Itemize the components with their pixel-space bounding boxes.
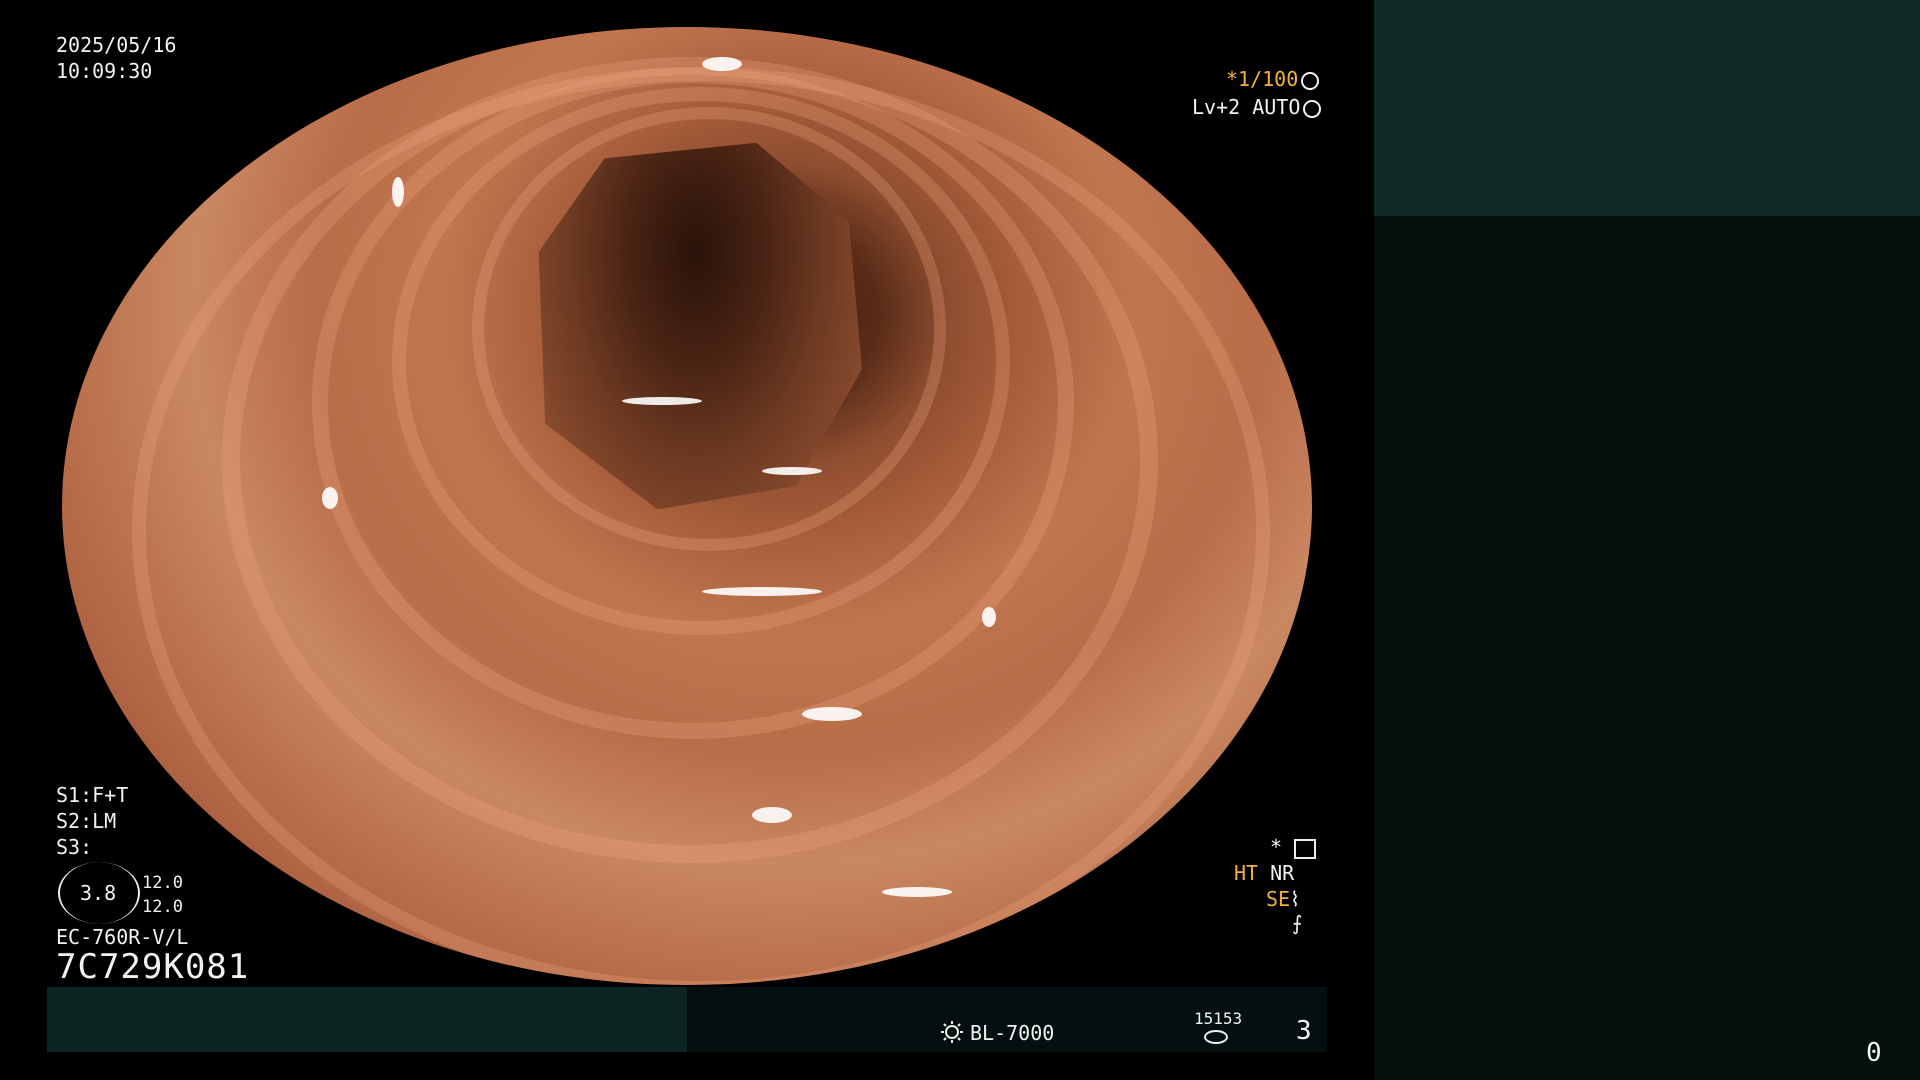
se-label: SE	[1266, 887, 1291, 911]
s1-label: S1:F+T	[56, 783, 129, 807]
shutter-mode-icon	[1301, 71, 1320, 90]
corner-number: 0	[1866, 1038, 1882, 1068]
enhancement-icon: ⌇	[1290, 887, 1300, 911]
auto-iris-icon	[1303, 99, 1322, 118]
ht-nr-indicator: HT NR	[1234, 860, 1294, 886]
level-value: Lv+2 AUTO	[1192, 95, 1301, 119]
light-reflection	[762, 467, 822, 475]
aperture-bottom-value: 12.0	[142, 897, 183, 917]
right-panel-top	[1374, 0, 1920, 216]
light-source-label: BL-7000	[970, 1021, 1055, 1045]
endoscopic-image	[62, 27, 1312, 985]
s3-label: S3:	[56, 835, 93, 859]
light-reflection	[622, 397, 702, 405]
counter-label: 15153	[1194, 1009, 1243, 1028]
aperture-value: 3.8	[80, 881, 117, 905]
shutter-readout: *1/100	[1226, 66, 1320, 92]
date-label: 2025/05/16	[56, 33, 177, 57]
light-reflection	[882, 887, 952, 897]
structure-icon: ⨍	[1292, 911, 1303, 935]
light-reflection	[982, 607, 996, 627]
light-reflection	[702, 57, 742, 71]
histogram-icon	[1294, 838, 1317, 859]
nr-label: NR	[1270, 861, 1295, 885]
s2-label: S2:LM	[56, 809, 117, 833]
light-reflection	[322, 487, 338, 509]
ht-label: HT	[1234, 861, 1259, 885]
light-reflection	[392, 177, 404, 207]
light-reflection	[802, 707, 862, 721]
se-indicator: SE⌇	[1266, 886, 1300, 912]
image-crop-top	[0, 0, 1330, 27]
level-readout: Lv+2 AUTO	[1192, 94, 1322, 120]
counter-icon	[1204, 1030, 1228, 1044]
image-number: 3	[1296, 1016, 1312, 1046]
bottom-bar-accent	[47, 987, 687, 1052]
star-indicator: *	[1270, 834, 1317, 860]
bottom-status-bar	[47, 987, 1327, 1052]
aperture-top-value: 12.0	[142, 873, 183, 893]
light-reflection	[702, 587, 822, 596]
scope-serial: 7C729K081	[56, 947, 250, 987]
shutter-value: *1/100	[1226, 67, 1299, 91]
lamp-icon	[941, 1021, 963, 1043]
light-reflection	[752, 807, 792, 823]
right-panel-bottom	[1374, 216, 1920, 1080]
star-label: *	[1270, 835, 1283, 859]
time-label: 10:09:30	[56, 59, 153, 83]
